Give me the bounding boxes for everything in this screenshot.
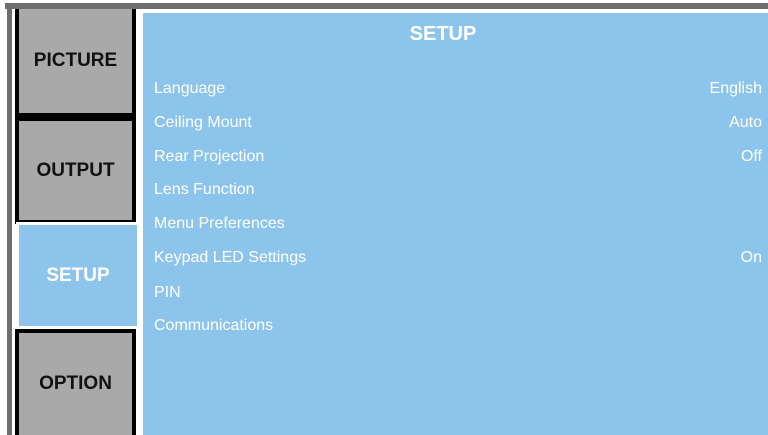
menu-item-rear-projection[interactable]: Rear Projection Off	[154, 145, 762, 169]
menu-item-label: PIN	[154, 284, 181, 301]
menu-item-label: Menu Preferences	[154, 215, 285, 232]
menu-item-ceiling-mount[interactable]: Ceiling Mount Auto	[154, 111, 762, 135]
tab-picture-label: PICTURE	[33, 50, 118, 71]
menu-item-value: On	[740, 249, 762, 266]
tab-picture[interactable]: PICTURE	[15, 9, 136, 117]
menu-item-lens-function[interactable]: Lens Function	[154, 178, 762, 202]
tab-option[interactable]: OPTION	[15, 329, 136, 435]
left-border	[7, 9, 12, 435]
tab-setup-label: SETUP	[46, 264, 110, 286]
menu-item-label: Lens Function	[154, 181, 255, 198]
menu-item-language[interactable]: Language English	[154, 77, 762, 101]
tab-output[interactable]: OUTPUT	[15, 117, 136, 224]
menu-item-value: Auto	[729, 114, 762, 131]
menu-item-menu-preferences[interactable]: Menu Preferences	[154, 212, 762, 236]
tab-setup[interactable]: SETUP	[16, 222, 140, 329]
menu-item-keypad-led-settings[interactable]: Keypad LED Settings On	[154, 246, 762, 270]
menu-item-pin[interactable]: PIN	[154, 281, 762, 305]
tab-option-label: OPTION	[39, 373, 112, 394]
menu-item-label: Language	[154, 80, 226, 97]
menu-item-label: Keypad LED Settings	[154, 249, 307, 266]
menu-item-label: Communications	[154, 317, 274, 334]
menu-item-value: English	[709, 80, 762, 97]
menu-item-label: Ceiling Mount	[154, 114, 252, 131]
setup-panel: SETUP Language English Ceiling Mount Aut…	[143, 13, 768, 435]
menu-item-label: Rear Projection	[154, 148, 265, 165]
panel-title: SETUP	[409, 23, 477, 45]
tab-output-label: OUTPUT	[36, 159, 115, 181]
menu-item-communications[interactable]: Communications	[154, 314, 762, 338]
menu-item-value: Off	[740, 148, 762, 165]
